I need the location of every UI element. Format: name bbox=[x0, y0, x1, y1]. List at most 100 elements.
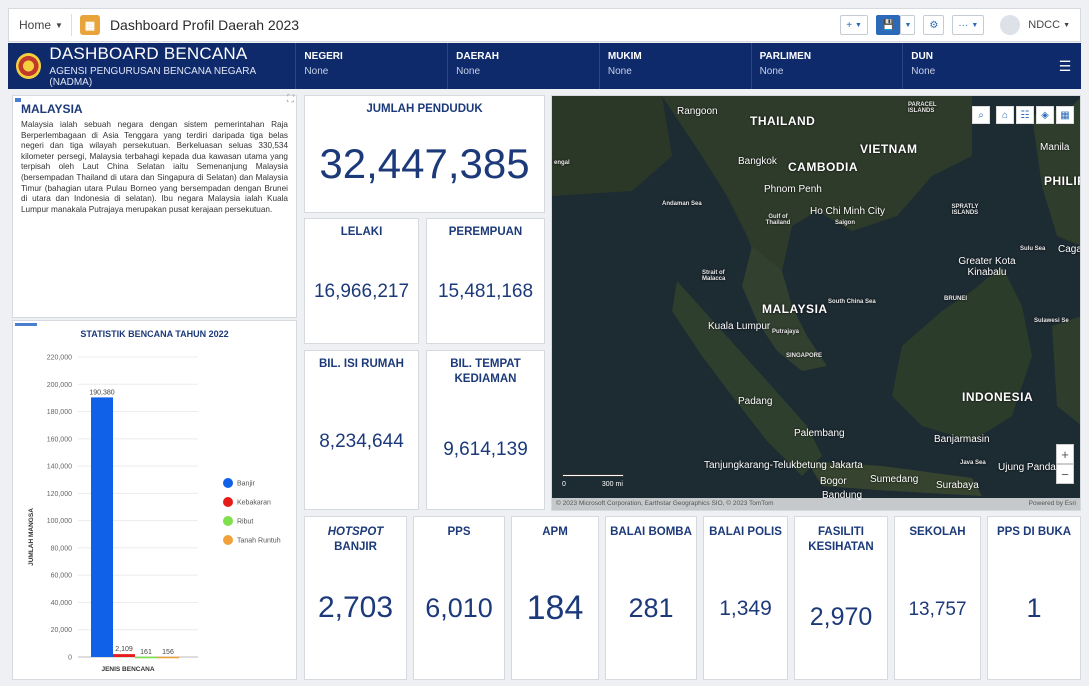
map-label: PHILIP bbox=[1044, 174, 1080, 188]
save-options-button[interactable]: ▼ bbox=[900, 15, 916, 35]
bar-chart: 0 20,000 40,000 60,000 80,000 100,000 120,000 1… bbox=[28, 355, 281, 674]
drag-handle[interactable] bbox=[15, 98, 21, 102]
y-tick-label: 80,000 bbox=[51, 545, 73, 552]
filter-value: None bbox=[304, 66, 329, 77]
map-label: Jakarta bbox=[830, 460, 863, 471]
filter-label: DAERAH bbox=[456, 51, 499, 62]
bar-ribut bbox=[135, 656, 157, 659]
map-label: Phnom Penh bbox=[764, 184, 822, 195]
y-tick-label: 180,000 bbox=[47, 409, 72, 416]
map-label: engal bbox=[554, 160, 570, 166]
add-button[interactable]: + ▼ bbox=[840, 15, 868, 35]
filter-value: None bbox=[456, 66, 481, 77]
y-tick-label: 140,000 bbox=[47, 464, 72, 471]
app-bar: Home ▼ ▦ Dashboard Profil Daerah 2023 + ▼… bbox=[8, 8, 1081, 42]
map-label: Manila bbox=[1040, 142, 1070, 153]
kpi-lelaki: LELAKI 16,966,217 bbox=[304, 218, 419, 344]
kpi-sekolah: SEKOLAH 13,757 bbox=[894, 516, 981, 680]
map-label: South China Sea bbox=[828, 299, 876, 305]
map-label: Andaman Sea bbox=[662, 201, 702, 207]
scale-bar: 0 300 mi bbox=[562, 474, 624, 488]
expand-icon[interactable]: ⛶ bbox=[287, 94, 294, 105]
save-button[interactable]: 💾 bbox=[875, 15, 901, 35]
settings-button[interactable]: ⚙ bbox=[923, 15, 945, 35]
kpi-fasiliti-kesihatan: FASILITI KESIHATAN 2,970 bbox=[794, 516, 888, 680]
basemap-gallery-icon[interactable]: ▦ bbox=[1056, 106, 1074, 124]
map-label: Greater Kota Kinabalu bbox=[958, 256, 1016, 278]
kpi-hotspot-banjir: HOTSPOT BANJIR 2,703 bbox=[304, 516, 407, 680]
kpi-label: PPS DI BUKA bbox=[996, 526, 1072, 538]
kpi-value: 2,970 bbox=[809, 603, 873, 631]
search-icon[interactable]: ⌕ bbox=[972, 106, 990, 124]
legend-swatch bbox=[223, 497, 233, 507]
kpi-value: 2,703 bbox=[317, 591, 394, 624]
map-label: Kuala Lumpur bbox=[708, 321, 771, 332]
more-options-button[interactable]: ··· ▼ bbox=[952, 15, 985, 35]
map-label: Sulawesi Se bbox=[1034, 318, 1069, 324]
filter-parlimen[interactable]: PARLIMEN None bbox=[752, 43, 904, 89]
layers-icon[interactable]: ◈ bbox=[1036, 106, 1054, 124]
zoom-out-button[interactable]: − bbox=[1056, 464, 1074, 484]
filter-label: NEGERI bbox=[304, 51, 343, 62]
kpi-value: 1 bbox=[1026, 593, 1042, 623]
zoom-in-button[interactable]: + bbox=[1056, 444, 1074, 464]
y-tick-label: 220,000 bbox=[47, 355, 72, 362]
kpi-isi-rumah: BIL. ISI RUMAH 8,234,644 bbox=[304, 350, 419, 510]
map-label: Banjarmasin bbox=[934, 434, 990, 445]
y-tick-label: 100,000 bbox=[47, 518, 72, 525]
kpi-label-rest: BANJIR bbox=[334, 541, 377, 553]
chevron-down-icon: ▼ bbox=[971, 21, 979, 29]
map-label: Surabaya bbox=[936, 480, 979, 491]
dashboard-title: DASHBOARD BENCANA bbox=[49, 44, 248, 63]
kpi-apm: APM 184 bbox=[511, 516, 599, 680]
kpi-tempat-kediaman: BIL. TEMPAT KEDIAMAN 9,614,139 bbox=[426, 350, 545, 510]
map-label: Tanjungkarang-Telukbetung bbox=[704, 460, 827, 471]
about-malaysia-panel: ⛶ MALAYSIA Malaysia ialah sebuah negara … bbox=[12, 94, 297, 318]
map-label: Java Sea bbox=[960, 460, 986, 466]
user-menu[interactable]: NDCC ▼ bbox=[1028, 19, 1070, 31]
kpi-label: SEKOLAH bbox=[909, 526, 966, 538]
map-label: INDONESIA bbox=[962, 390, 1034, 404]
powered-by-link[interactable]: Powered by Esri bbox=[1029, 500, 1076, 508]
kpi-value: 184 bbox=[526, 589, 584, 627]
map-label: Caga bbox=[1058, 244, 1081, 255]
filter-negeri[interactable]: NEGERI None bbox=[296, 43, 449, 89]
about-title: MALAYSIA bbox=[21, 102, 83, 116]
map-label: Rangoon bbox=[677, 106, 718, 117]
map-label: CAMBODIA bbox=[788, 160, 858, 174]
map-label: Gulf of Thailand bbox=[765, 214, 791, 226]
legend-swatch bbox=[223, 535, 233, 545]
filter-mukim[interactable]: MUKIM None bbox=[600, 43, 752, 89]
agency-subtitle: AGENSI PENGURUSAN BENCANA NEGARA (NADMA) bbox=[49, 66, 256, 88]
map-view[interactable]: Rangoon THAILAND VIETNAM Bangkok CAMBODI… bbox=[551, 95, 1081, 511]
kpi-label-em: HOTSPOT bbox=[327, 526, 384, 538]
y-tick-label: 160,000 bbox=[47, 436, 72, 443]
filter-dun[interactable]: DUN None bbox=[903, 43, 1055, 89]
map-label: Saigon bbox=[835, 220, 856, 226]
home-label: Home bbox=[19, 18, 52, 32]
kpi-balai-polis: BALAI POLIS 1,349 bbox=[703, 516, 788, 680]
attribution-text: © 2023 Microsoft Corporation, Earthstar … bbox=[556, 500, 774, 507]
map-label: SPRATLY ISLANDS bbox=[951, 204, 979, 216]
hamburger-menu-button[interactable]: ☰ bbox=[1055, 43, 1075, 89]
y-axis-title: JUMLAH MANGSA bbox=[28, 508, 35, 566]
map-label: Sumedang bbox=[870, 474, 919, 485]
bar-kebakaran bbox=[113, 654, 135, 657]
dashboard-header: DASHBOARD BENCANA AGENSI PENGURUSAN BENC… bbox=[8, 43, 1081, 89]
home-menu-button[interactable]: Home ▼ bbox=[19, 18, 63, 32]
legend-label: Kebakaran bbox=[237, 500, 271, 507]
scale-end-label: 300 mi bbox=[601, 481, 623, 488]
map-label: Bogor bbox=[820, 476, 847, 487]
bar-banjir bbox=[91, 397, 113, 657]
kpi-label: BALAI BOMBA bbox=[610, 526, 692, 538]
add-label: + bbox=[846, 19, 853, 31]
data-label: 2,109 bbox=[115, 646, 133, 653]
kpi-value: 32,447,385 bbox=[319, 140, 530, 187]
y-tick-label: 40,000 bbox=[51, 600, 73, 607]
filter-daerah[interactable]: DAERAH None bbox=[448, 43, 600, 89]
user-label: NDCC bbox=[1028, 19, 1061, 31]
map-toolbar: ⌕ ⌂ ☷ ◈ ▦ bbox=[972, 106, 1074, 124]
home-icon[interactable]: ⌂ bbox=[996, 106, 1014, 124]
legend-icon[interactable]: ☷ bbox=[1016, 106, 1034, 124]
avatar[interactable] bbox=[1000, 15, 1021, 35]
